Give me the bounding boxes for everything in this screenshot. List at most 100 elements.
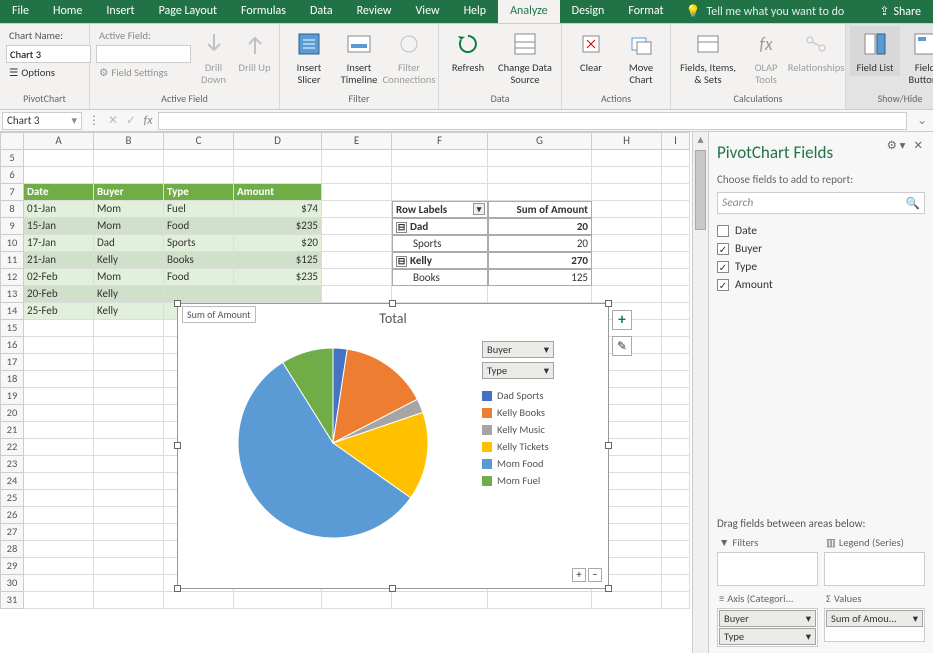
- cell[interactable]: [322, 286, 392, 303]
- collapse-icon[interactable]: ⊟: [396, 256, 407, 267]
- cell[interactable]: [392, 592, 488, 609]
- cell[interactable]: [662, 473, 690, 490]
- area-field[interactable]: Sum of Amou...▾: [826, 610, 923, 627]
- cell[interactable]: [488, 150, 592, 167]
- area-values[interactable]: Sum of Amou...▾: [824, 608, 925, 642]
- cell[interactable]: [234, 592, 322, 609]
- chart-legend[interactable]: Dad SportsKelly BooksKelly MusicKelly Ti…: [482, 389, 554, 487]
- area-legend[interactable]: [824, 552, 925, 586]
- cell[interactable]: [94, 167, 164, 184]
- cell[interactable]: 01-Jan: [24, 201, 94, 218]
- tab-insert[interactable]: Insert: [94, 0, 146, 23]
- tab-view[interactable]: View: [404, 0, 452, 23]
- cell[interactable]: [94, 371, 164, 388]
- insert-slicer-button[interactable]: Insert Slicer: [284, 26, 334, 88]
- row-header[interactable]: 25: [0, 490, 24, 507]
- cell[interactable]: [94, 541, 164, 558]
- cell[interactable]: [94, 150, 164, 167]
- cell[interactable]: 17-Jan: [24, 235, 94, 252]
- tab-format[interactable]: Format: [616, 0, 675, 23]
- cell[interactable]: $125: [234, 252, 322, 269]
- cell[interactable]: Kelly: [94, 286, 164, 303]
- cell[interactable]: Sum of Amount: [488, 201, 592, 218]
- row-header[interactable]: 13: [0, 286, 24, 303]
- field-checkbox[interactable]: ✓Type: [717, 258, 925, 276]
- pivot-chart[interactable]: Sum of Amount + ✎ Total Buyer▾ Type▾ Dad…: [177, 303, 609, 589]
- cell[interactable]: Type: [164, 184, 234, 201]
- fx-icon[interactable]: fx: [140, 114, 156, 128]
- cell[interactable]: [662, 405, 690, 422]
- cell[interactable]: 270: [488, 252, 592, 269]
- cell[interactable]: Kelly: [94, 252, 164, 269]
- cell[interactable]: [488, 184, 592, 201]
- cell[interactable]: [94, 405, 164, 422]
- cell[interactable]: 25-Feb: [24, 303, 94, 320]
- fields-items-sets-button[interactable]: Fields, Items, & Sets: [675, 26, 741, 88]
- pane-close-button[interactable]: ✕: [913, 138, 923, 153]
- legend-item[interactable]: Kelly Tickets: [482, 440, 554, 453]
- chart-filter-type[interactable]: Type▾: [482, 362, 554, 379]
- cell[interactable]: $20: [234, 235, 322, 252]
- cell[interactable]: [24, 592, 94, 609]
- cell[interactable]: [662, 235, 690, 252]
- row-header[interactable]: 16: [0, 337, 24, 354]
- area-field[interactable]: Buyer▾: [719, 610, 816, 627]
- tab-data[interactable]: Data: [298, 0, 345, 23]
- cell[interactable]: [94, 388, 164, 405]
- cell[interactable]: [662, 218, 690, 235]
- clear-button[interactable]: Clear: [566, 26, 616, 76]
- cell[interactable]: [488, 167, 592, 184]
- cell[interactable]: 20: [488, 218, 592, 235]
- filter-connections-button[interactable]: Filter Connections: [384, 26, 434, 88]
- cell[interactable]: [24, 541, 94, 558]
- cell[interactable]: Buyer: [94, 184, 164, 201]
- cell[interactable]: [94, 439, 164, 456]
- cell[interactable]: Sports: [392, 235, 488, 252]
- cell[interactable]: 125: [488, 269, 592, 286]
- cell[interactable]: 21-Jan: [24, 252, 94, 269]
- cell[interactable]: [592, 269, 662, 286]
- cell[interactable]: [24, 337, 94, 354]
- tell-me-search[interactable]: 💡 Tell me what you want to do: [675, 0, 867, 23]
- cell[interactable]: [164, 150, 234, 167]
- cell[interactable]: [662, 592, 690, 609]
- cell[interactable]: [392, 184, 488, 201]
- cell[interactable]: [24, 320, 94, 337]
- chart-styles-button[interactable]: ✎: [612, 336, 632, 356]
- cell[interactable]: [392, 286, 488, 303]
- cell[interactable]: [24, 507, 94, 524]
- cell[interactable]: [94, 473, 164, 490]
- cell[interactable]: [164, 167, 234, 184]
- legend-item[interactable]: Kelly Music: [482, 423, 554, 436]
- cell[interactable]: [592, 592, 662, 609]
- row-header[interactable]: 27: [0, 524, 24, 541]
- row-header[interactable]: 21: [0, 422, 24, 439]
- cell[interactable]: $235: [234, 269, 322, 286]
- cell[interactable]: [662, 388, 690, 405]
- cell[interactable]: [24, 371, 94, 388]
- field-checkbox[interactable]: Date: [717, 222, 925, 240]
- field-buttons-button[interactable]: Field Buttons: [900, 26, 933, 88]
- cell[interactable]: [662, 303, 690, 320]
- legend-item[interactable]: Mom Food: [482, 457, 554, 470]
- cell[interactable]: $235: [234, 218, 322, 235]
- cell[interactable]: [94, 490, 164, 507]
- cell[interactable]: [322, 592, 392, 609]
- cell[interactable]: Food: [164, 269, 234, 286]
- enter-icon[interactable]: ✓: [122, 113, 140, 128]
- cell[interactable]: [322, 269, 392, 286]
- row-header[interactable]: 19: [0, 388, 24, 405]
- cell[interactable]: [24, 524, 94, 541]
- cell[interactable]: 15-Jan: [24, 218, 94, 235]
- cell[interactable]: [94, 320, 164, 337]
- chart-elements-button[interactable]: +: [612, 310, 632, 330]
- area-filters[interactable]: [717, 552, 818, 586]
- cell[interactable]: [94, 575, 164, 592]
- cell[interactable]: [592, 184, 662, 201]
- cell[interactable]: [488, 592, 592, 609]
- formula-bar[interactable]: [158, 112, 907, 130]
- cell[interactable]: [322, 150, 392, 167]
- row-header[interactable]: 26: [0, 507, 24, 524]
- cell[interactable]: [24, 150, 94, 167]
- row-header[interactable]: 18: [0, 371, 24, 388]
